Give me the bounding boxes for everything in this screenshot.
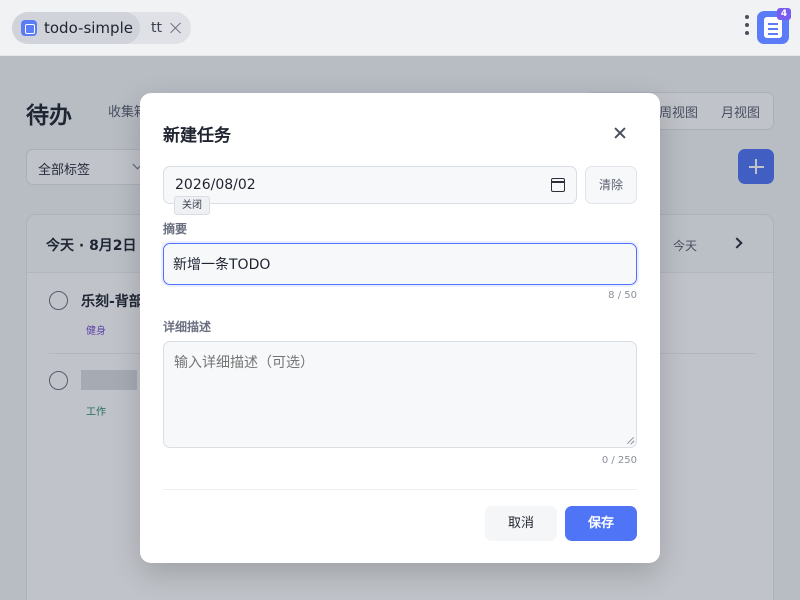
new-task-dialog: 新建任务 2026/08/02 清除 关闭 摘要 8 / 50 详细描述 0 /… bbox=[140, 93, 660, 563]
tab-todo-simple[interactable]: todo-simple bbox=[12, 12, 140, 44]
cancel-button[interactable]: 取消 bbox=[485, 506, 557, 541]
tooltip: 关闭 bbox=[174, 196, 210, 215]
app-icon bbox=[21, 20, 37, 36]
resize-handle-icon[interactable] bbox=[626, 437, 634, 445]
tab-title: todo-simple bbox=[44, 19, 133, 37]
summary-input[interactable] bbox=[163, 243, 637, 285]
dialog-title: 新建任务 bbox=[163, 126, 231, 146]
clear-date-button[interactable]: 清除 bbox=[585, 166, 637, 204]
description-char-count: 0 / 250 bbox=[601, 455, 637, 466]
summary-char-count: 8 / 50 bbox=[608, 290, 637, 301]
close-tab-icon[interactable] bbox=[168, 20, 184, 36]
due-date-input[interactable]: 2026/08/02 bbox=[163, 166, 577, 204]
summary-label: 摘要 bbox=[163, 222, 188, 236]
due-date-value: 2026/08/02 bbox=[175, 177, 256, 193]
close-icon[interactable] bbox=[612, 125, 628, 141]
extension-badge: 4 bbox=[777, 8, 791, 20]
description-label: 详细描述 bbox=[163, 320, 212, 334]
divider bbox=[163, 489, 637, 490]
tab-tt[interactable]: tt bbox=[151, 12, 162, 44]
save-button[interactable]: 保存 bbox=[565, 506, 637, 541]
tab-group: todo-simple tt bbox=[12, 12, 191, 44]
more-menu-icon[interactable] bbox=[744, 15, 750, 41]
browser-toolbar: todo-simple tt 4 bbox=[0, 0, 800, 56]
description-textarea[interactable] bbox=[163, 341, 637, 448]
calendar-icon[interactable] bbox=[551, 178, 565, 192]
